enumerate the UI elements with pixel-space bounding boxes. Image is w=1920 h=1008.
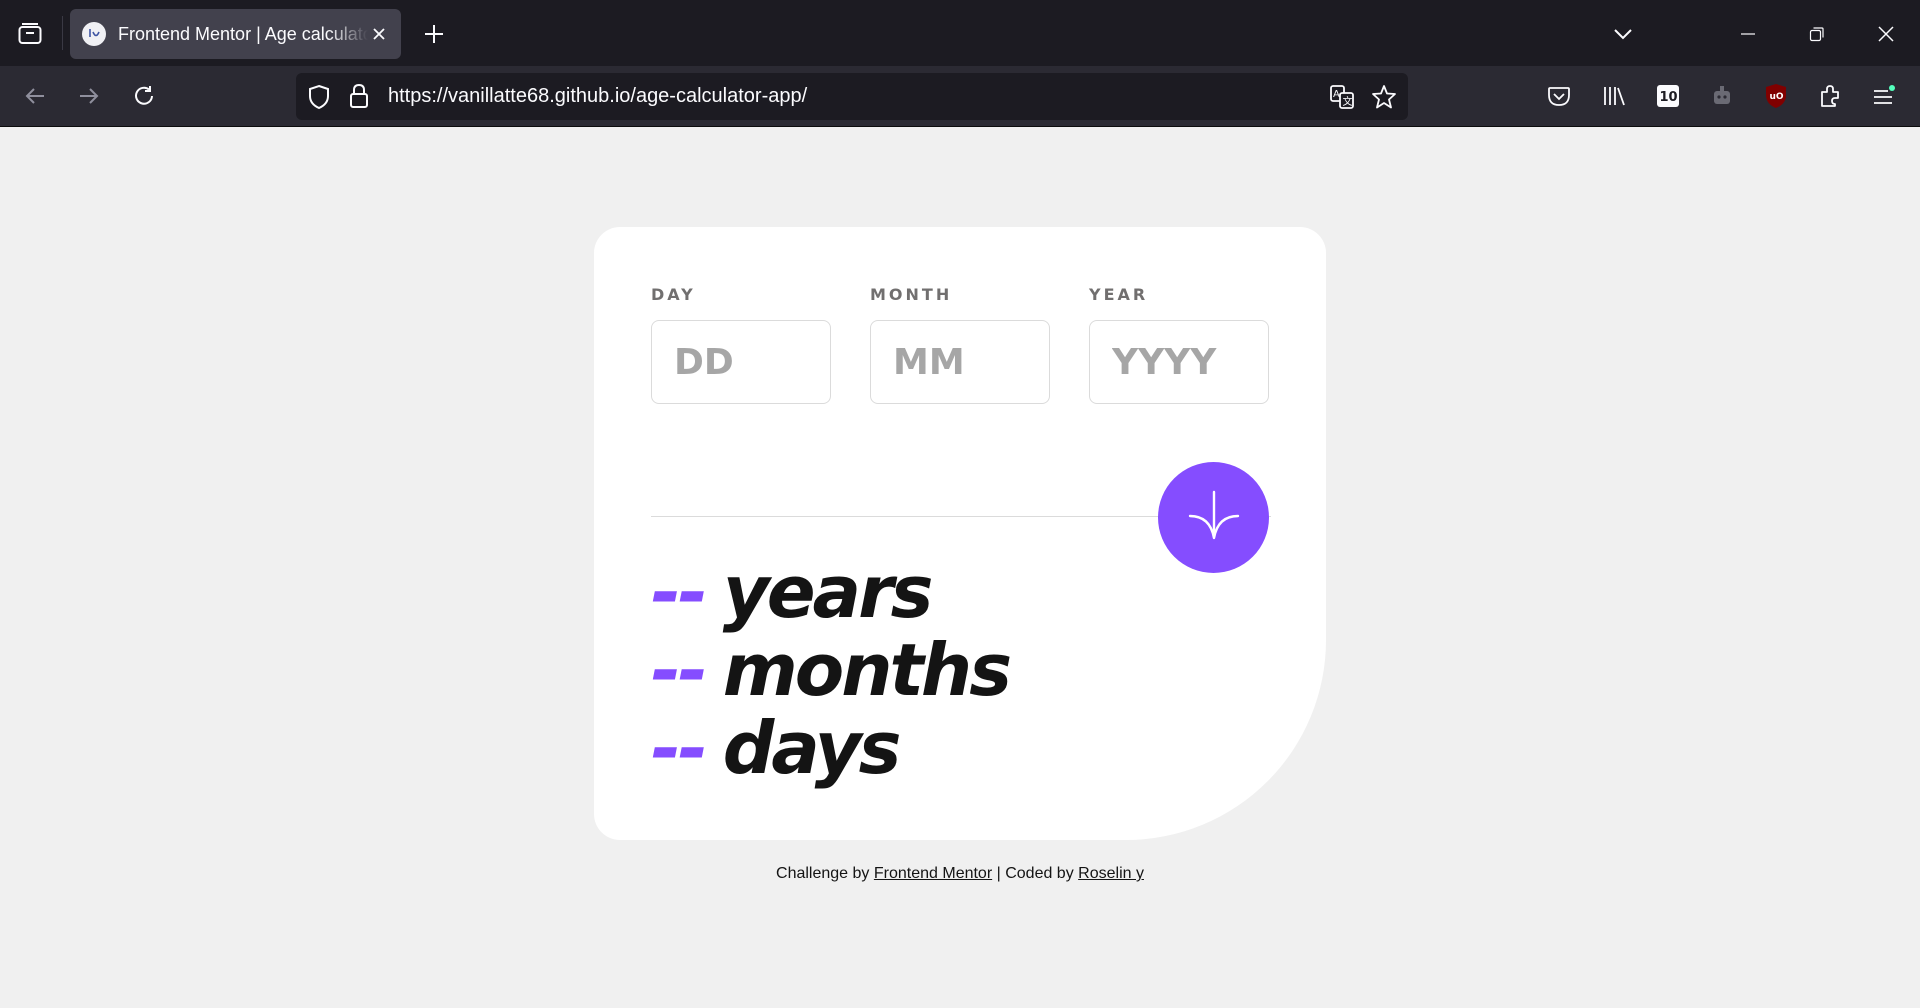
result-days: -- days [651,706,902,790]
tracking-protection-shield-icon[interactable] [307,84,331,115]
page-viewport: DAY MONTH YEAR --years --months --days [0,127,1920,1008]
url-text[interactable]: https://vanillatte68.github.io/age-calcu… [388,85,807,108]
extensions-puzzle-icon[interactable] [1814,80,1846,112]
svg-text:A: A [1333,89,1340,100]
library-icon[interactable] [1598,80,1630,112]
close-window-icon[interactable] [1870,18,1902,50]
robot-extension-icon[interactable] [1706,80,1738,112]
browser-navigation-bar: https://vanillatte68.github.io/age-calcu… [0,66,1920,127]
list-all-tabs-icon[interactable] [1607,18,1639,50]
tab-overview-icon[interactable] [14,20,46,48]
new-tab-icon[interactable] [420,20,448,48]
day-input[interactable] [651,320,831,404]
close-tab-icon[interactable] [367,22,391,46]
app-menu-icon[interactable] [1868,80,1900,112]
calculate-submit-button[interactable] [1158,462,1269,573]
months-value: -- [651,628,708,712]
browser-tab-bar: Frontend Mentor | Age calculator app [0,0,1920,66]
year-input[interactable] [1089,320,1269,404]
tab-separator [62,16,63,50]
svg-text:文: 文 [1343,95,1353,108]
arrow-down-icon [1184,486,1244,549]
days-value: -- [651,706,708,790]
active-tab[interactable]: Frontend Mentor | Age calculator app [70,9,401,59]
months-unit: months [722,628,1012,712]
bookmark-star-icon[interactable] [1371,84,1397,115]
ublock-origin-icon[interactable]: uO [1760,80,1792,112]
reload-icon[interactable] [128,80,160,112]
restore-icon[interactable] [1801,18,1833,50]
attribution-prefix: Challenge by [776,865,870,882]
pocket-icon[interactable] [1543,80,1575,112]
frontend-mentor-link[interactable]: Frontend Mentor [874,865,992,882]
svg-text:10: 10 [1660,90,1678,105]
result-months: -- months [651,628,1012,712]
translate-icon[interactable]: 文A [1329,84,1355,115]
day-label: DAY [651,285,696,304]
month-label: MONTH [870,285,953,304]
author-link[interactable]: Roselin y [1078,865,1144,882]
frontend-mentor-favicon-icon [82,22,106,46]
forward-icon[interactable] [73,80,105,112]
svg-text:uO: uO [1770,92,1784,102]
year-label: YEAR [1089,285,1149,304]
back-icon[interactable] [19,80,51,112]
minimize-icon[interactable] [1732,18,1764,50]
attribution-footer: Challenge by Frontend Mentor | Coded by … [0,865,1920,883]
result-years: -- years [651,550,934,634]
attribution-middle: | Coded by [996,865,1074,882]
ten-extension-icon[interactable]: 10 [1652,80,1684,112]
age-calculator-card: DAY MONTH YEAR --years --months --days [594,227,1326,840]
url-bar[interactable]: https://vanillatte68.github.io/age-calcu… [296,73,1408,120]
tab-title: Frontend Mentor | Age calculator app [118,23,368,44]
days-unit: days [722,706,902,790]
lock-icon[interactable] [348,83,370,114]
month-input[interactable] [870,320,1050,404]
years-unit: years [722,550,934,634]
years-value: -- [651,550,708,634]
